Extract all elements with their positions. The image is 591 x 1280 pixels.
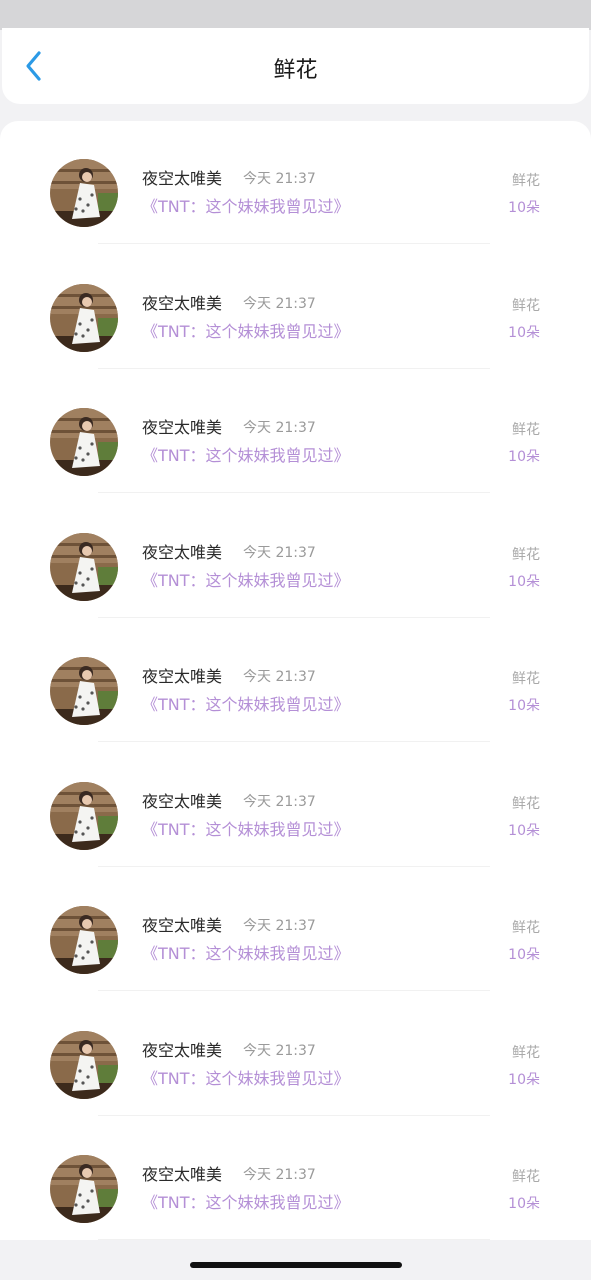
gift-record-list: 夜空太唯美 今天 21:37 《TNT：这个妹妹我曾见过》 鲜花 10朵 夜空太唯美 今天 … [0,121,591,1240]
gift-record-row[interactable]: 夜空太唯美 今天 21:37 《TNT：这个妹妹我曾见过》 鲜花 10朵 [0,619,591,743]
user-avatar[interactable] [50,408,118,476]
gift-record-row[interactable]: 夜空太唯美 今天 21:37 《TNT：这个妹妹我曾见过》 鲜花 10朵 [0,1117,591,1240]
song-title[interactable]: 《TNT：这个妹妹我曾见过》 [142,944,350,964]
sender-name[interactable]: 夜空太唯美 [142,543,222,563]
sender-name[interactable]: 夜空太唯美 [142,294,222,314]
gift-type-label: 鲜花 [512,422,540,438]
timestamp: 今天 21:37 [243,1042,316,1059]
gift-record-row[interactable]: 夜空太唯美 今天 21:37 《TNT：这个妹妹我曾见过》 鲜花 10朵 [0,246,591,370]
user-avatar[interactable] [50,781,118,850]
gift-count: 10朵 [508,324,540,341]
row-divider [98,1114,490,1116]
nav-bar: 鲜花 [2,28,589,104]
gift-count: 10朵 [508,947,540,963]
row-divider [98,243,490,244]
song-title[interactable]: 《TNT：这个妹妹我曾见过》 [142,1069,350,1089]
avatar-photo-icon [50,1030,118,1099]
sender-name[interactable]: 夜空太唯美 [142,916,222,936]
gift-type-label: 鲜花 [512,795,540,812]
song-title[interactable]: 《TNT：这个妹妹我曾见过》 [142,446,350,466]
timestamp: 今天 21:37 [243,793,316,810]
gift-type-label: 鲜花 [512,173,540,189]
gift-count: 10朵 [508,1196,540,1212]
avatar-photo-icon [50,408,118,476]
sender-name[interactable]: 夜空太唯美 [142,792,222,812]
sender-name[interactable]: 夜空太唯美 [142,667,222,687]
timestamp: 今天 21:37 [243,669,316,685]
timestamp: 今天 21:37 [243,544,316,561]
gift-type-label: 鲜花 [512,920,540,936]
sender-name[interactable]: 夜空太唯美 [142,1041,222,1061]
gift-count: 10朵 [508,822,540,839]
gift-record-row[interactable]: 夜空太唯美 今天 21:37 《TNT：这个妹妹我曾见过》 鲜花 10朵 [0,868,591,992]
gift-count: 10朵 [508,449,540,465]
avatar-photo-icon [50,781,118,850]
avatar-photo-icon [50,657,118,725]
song-title[interactable]: 《TNT：这个妹妹我曾见过》 [142,820,350,840]
gift-type-label: 鲜花 [512,546,540,563]
avatar-photo-icon [50,1155,118,1223]
timestamp: 今天 21:37 [243,295,316,312]
gift-count: 10朵 [508,698,540,714]
timestamp: 今天 21:37 [243,918,316,934]
gift-type-label: 鲜花 [512,671,540,687]
row-divider [98,616,490,618]
avatar-photo-icon [50,532,118,601]
row-divider [98,990,490,991]
row-divider [98,492,490,493]
sender-name[interactable]: 夜空太唯美 [142,418,222,438]
gift-record-row[interactable]: 夜空太唯美 今天 21:37 《TNT：这个妹妹我曾见过》 鲜花 10朵 [0,495,591,619]
user-avatar[interactable] [50,532,118,601]
sender-name[interactable]: 夜空太唯美 [142,169,222,189]
avatar-photo-icon [50,283,118,352]
avatar-photo-icon [50,159,118,227]
home-indicator [190,1262,402,1268]
gift-record-row[interactable]: 夜空太唯美 今天 21:37 《TNT：这个妹妹我曾见过》 鲜花 10朵 [0,993,591,1117]
sender-name[interactable]: 夜空太唯美 [142,1165,222,1185]
user-avatar[interactable] [50,906,118,974]
row-divider [98,741,490,742]
gift-type-label: 鲜花 [512,1169,540,1185]
user-avatar[interactable] [50,159,118,227]
gift-type-label: 鲜花 [512,1044,540,1061]
user-avatar[interactable] [50,1155,118,1223]
gift-count: 10朵 [508,573,540,590]
song-title[interactable]: 《TNT：这个妹妹我曾见过》 [142,1193,350,1213]
row-divider [98,367,490,369]
timestamp: 今天 21:37 [243,171,316,187]
song-title[interactable]: 《TNT：这个妹妹我曾见过》 [142,695,350,715]
user-avatar[interactable] [50,657,118,725]
user-avatar[interactable] [50,1030,118,1099]
timestamp: 今天 21:37 [243,1167,316,1183]
gift-type-label: 鲜花 [512,297,540,314]
gift-record-row[interactable]: 夜空太唯美 今天 21:37 《TNT：这个妹妹我曾见过》 鲜花 10朵 [0,744,591,868]
gift-record-row[interactable]: 夜空太唯美 今天 21:37 《TNT：这个妹妹我曾见过》 鲜花 10朵 [0,370,591,494]
gift-count: 10朵 [508,1071,540,1088]
page-title: 鲜花 [273,58,318,83]
timestamp: 今天 21:37 [243,420,316,436]
status-bar [0,0,591,30]
song-title[interactable]: 《TNT：这个妹妹我曾见过》 [142,197,350,217]
row-divider [98,1239,490,1240]
row-divider [98,865,490,867]
song-title[interactable]: 《TNT：这个妹妹我曾见过》 [142,322,350,342]
gift-count: 10朵 [508,200,540,216]
avatar-photo-icon [50,906,118,974]
gift-record-row[interactable]: 夜空太唯美 今天 21:37 《TNT：这个妹妹我曾见过》 鲜花 10朵 [0,121,591,245]
song-title[interactable]: 《TNT：这个妹妹我曾见过》 [142,571,350,591]
user-avatar[interactable] [50,283,118,352]
